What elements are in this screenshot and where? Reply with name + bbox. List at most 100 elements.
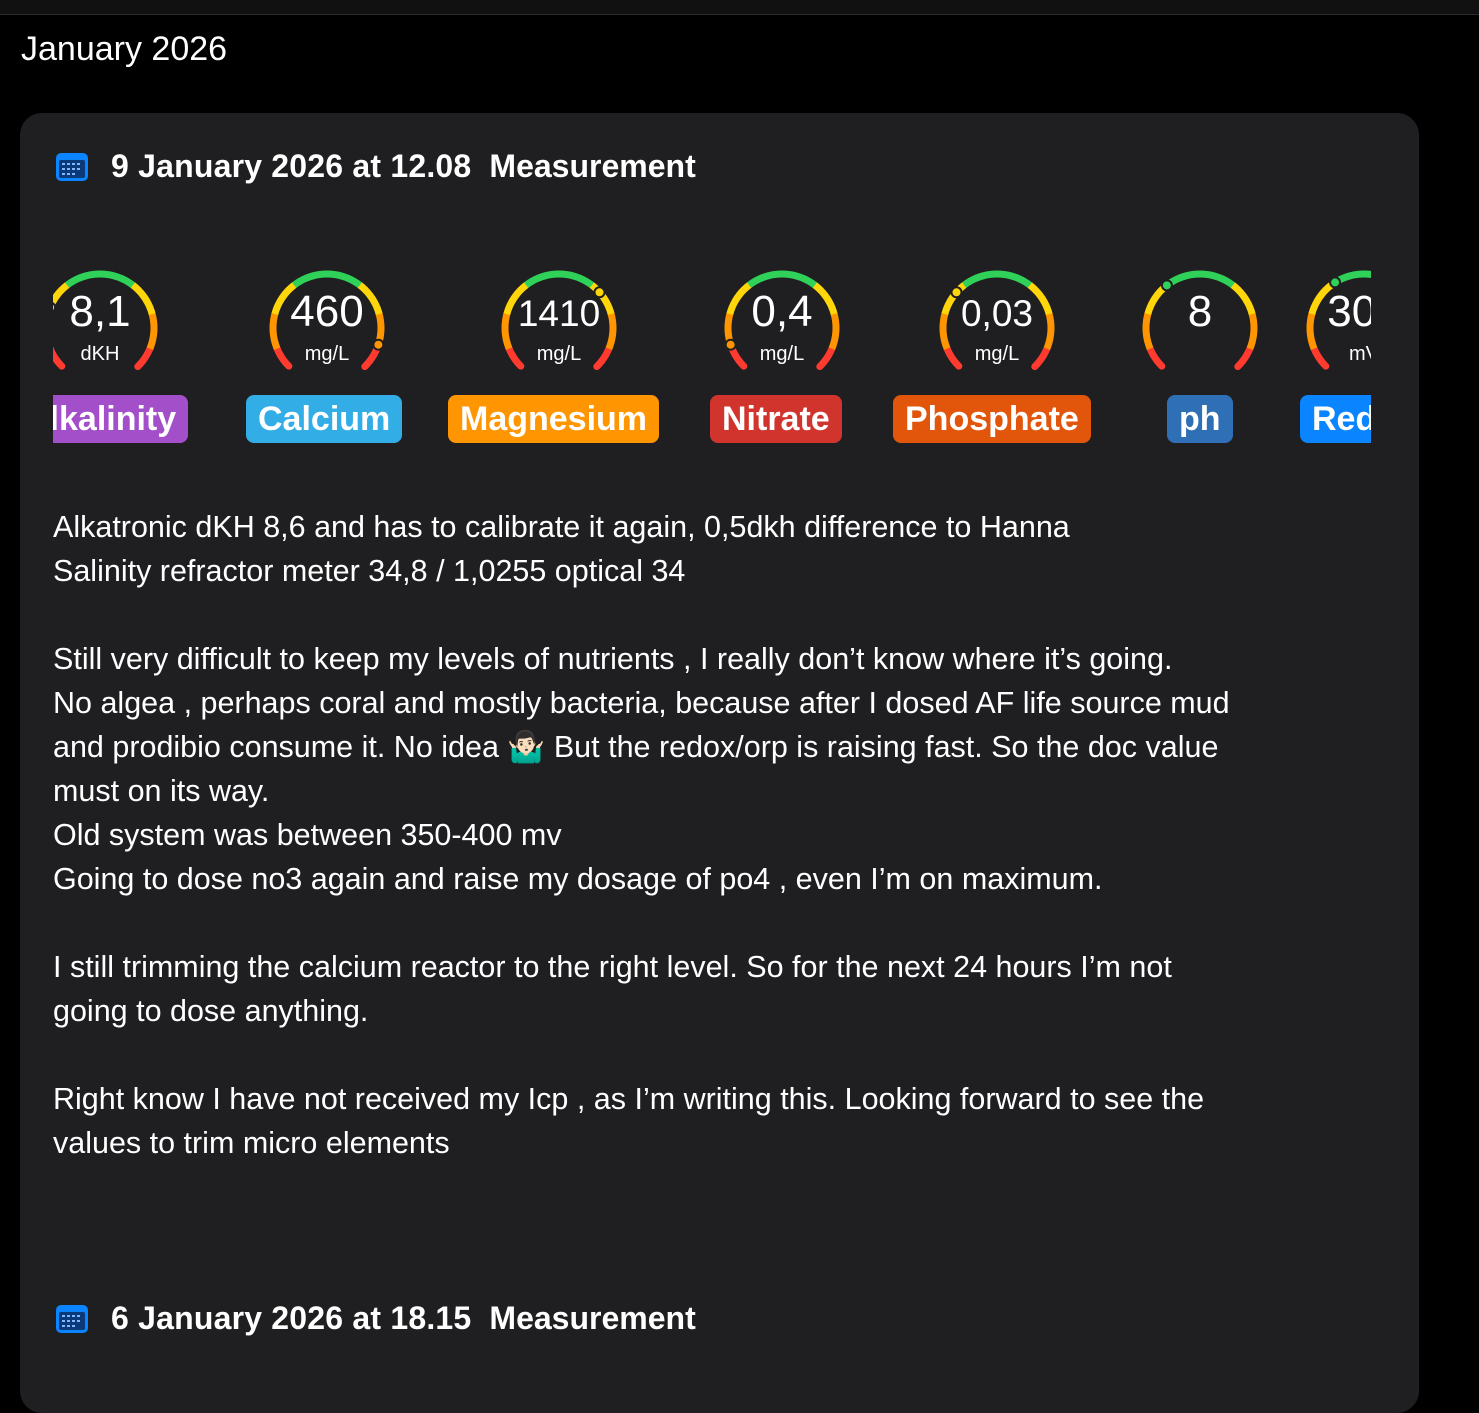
gauge-row[interactable]: 8,1dKH 460mg/L 1410mg/L 0,4mg/L 0,03mg/L… bbox=[53, 253, 1371, 453]
month-header: January 2026 bbox=[21, 30, 227, 69]
gauge-arc-segment bbox=[1049, 335, 1051, 342]
gauge-arc-segment bbox=[545, 274, 552, 275]
note-line: must on its way. bbox=[53, 769, 1393, 813]
gauge-unit: dKH bbox=[53, 343, 170, 366]
gauge-arc-segment bbox=[107, 274, 114, 276]
label-calcium[interactable]: Calcium bbox=[246, 395, 402, 443]
gauge-arc-segment bbox=[127, 281, 133, 285]
note-line bbox=[53, 593, 1393, 637]
measurement-card[interactable]: 9 January 2026 at 12.08 Measurement 8,1 d… bbox=[20, 113, 1419, 1413]
gauge-unit: mg/L bbox=[489, 343, 629, 366]
entry-type: Measurement bbox=[489, 1300, 695, 1337]
note-line: Right know I have not received my Icp , … bbox=[53, 1077, 1393, 1121]
label-ph-text: ph bbox=[1179, 400, 1221, 438]
gauge-arc-segment bbox=[970, 278, 977, 281]
gauge-arc-segment bbox=[73, 278, 80, 281]
note-line bbox=[53, 901, 1393, 945]
gauge-arc-segment bbox=[976, 276, 983, 278]
gauge-arc-segment bbox=[1157, 360, 1162, 366]
label-alkalinity[interactable]: Alkalinity bbox=[53, 395, 188, 443]
gauge-arc-segment bbox=[1227, 281, 1233, 285]
gauge-arc-segment bbox=[1011, 276, 1018, 278]
label-phosphate-text: Phosphate bbox=[905, 400, 1079, 438]
gauge-arc-segment bbox=[100, 274, 108, 275]
label-magnesium-text: Magnesium bbox=[460, 400, 647, 438]
gauge-arc-segment bbox=[1246, 349, 1249, 356]
gauge-arc-segment bbox=[79, 276, 86, 278]
note-line: Salinity refractor meter 34,8 / 1,0255 o… bbox=[53, 549, 1393, 593]
gauge-value: 0,4 bbox=[712, 287, 852, 337]
gauge-arc-segment bbox=[611, 335, 613, 342]
note-line: Going to dose no3 again and raise my dos… bbox=[53, 857, 1393, 901]
entry-type: Measurement bbox=[489, 148, 695, 185]
gauge-arc-segment bbox=[354, 281, 360, 285]
gauge-arc-segment bbox=[348, 278, 355, 281]
entry-header[interactable]: 6 January 2026 at 18.15 Measurement bbox=[55, 1300, 696, 1337]
gauge-value: 460 bbox=[257, 287, 397, 337]
gauge-arc-segment bbox=[1350, 274, 1357, 275]
gauge-arc-segment bbox=[559, 274, 567, 275]
gauge-arc-segment bbox=[943, 334, 944, 341]
gauge-arc-segment bbox=[566, 274, 573, 276]
gauge-arc-segment bbox=[327, 274, 335, 275]
label-nitrate-text: Nitrate bbox=[722, 400, 830, 438]
gauge-arc-segment bbox=[803, 278, 810, 281]
entry-header[interactable]: 9 January 2026 at 12.08 Measurement bbox=[55, 148, 696, 185]
gauge-arc-segment bbox=[1153, 355, 1157, 361]
calendar-icon bbox=[55, 152, 89, 182]
label-ph[interactable]: ph bbox=[1167, 395, 1233, 443]
note-line: and prodibio consume it. No idea 🤷🏻‍♂️ B… bbox=[53, 725, 1393, 769]
note-line: No algea , perhaps coral and mostly bact… bbox=[53, 681, 1393, 725]
note-line: Still very difficult to keep my levels o… bbox=[53, 637, 1393, 681]
note-line: Alkatronic dKH 8,6 and has to calibrate … bbox=[53, 505, 1393, 549]
gauge-arc-segment bbox=[1024, 281, 1030, 285]
gauge-arc-segment bbox=[580, 278, 587, 281]
gauge-arc-segment bbox=[749, 281, 755, 285]
gauge-arc-segment bbox=[964, 281, 970, 285]
gauge-arc-segment bbox=[526, 281, 532, 285]
label-redox-text: Redox bbox=[1312, 400, 1371, 438]
gauge-arc-segment bbox=[755, 278, 762, 281]
gauge-value: 304 bbox=[1294, 287, 1371, 337]
gauge-arc-segment bbox=[997, 274, 1005, 275]
entry-date: 9 January 2026 at 12.08 bbox=[111, 148, 471, 185]
gauge-arc-segment bbox=[294, 281, 300, 285]
gauge-arc-segment bbox=[761, 276, 768, 278]
label-magnesium[interactable]: Magnesium bbox=[448, 395, 659, 443]
note-line bbox=[53, 1033, 1393, 1077]
gauge-arc-segment bbox=[1200, 274, 1208, 275]
gauge-unit: mg/L bbox=[257, 343, 397, 366]
gauge-arc-segment bbox=[809, 281, 815, 285]
note-line: values to trim micro elements bbox=[53, 1121, 1393, 1165]
note-line: Old system was between 350-400 mv bbox=[53, 813, 1393, 857]
gauge-arc-segment bbox=[1250, 342, 1252, 349]
gauge-arc-segment bbox=[1238, 361, 1243, 367]
label-redox[interactable]: Redox bbox=[1300, 395, 1371, 443]
gauge-indicator bbox=[1330, 277, 1340, 287]
top-bar bbox=[0, 0, 1479, 15]
gauge-arc-segment bbox=[782, 274, 790, 275]
gauge-arc-segment bbox=[121, 278, 128, 281]
label-nitrate[interactable]: Nitrate bbox=[710, 395, 842, 443]
gauge-arc-segment bbox=[306, 276, 313, 278]
label-calcium-text: Calcium bbox=[258, 400, 390, 438]
label-alkalinity-text: Alkalinity bbox=[53, 400, 176, 438]
label-phosphate[interactable]: Phosphate bbox=[893, 395, 1091, 443]
gauge-arc-segment bbox=[586, 281, 592, 285]
gauge-arc-segment bbox=[521, 285, 527, 290]
gauge-arc-segment bbox=[86, 274, 93, 275]
gauge-arc-segment bbox=[1214, 276, 1221, 278]
entry-date: 6 January 2026 at 18.15 bbox=[111, 1300, 471, 1337]
gauge-arc-segment bbox=[334, 274, 341, 276]
gauge-arc-segment bbox=[1186, 274, 1193, 275]
gauge-unit: mV bbox=[1294, 343, 1371, 366]
gauge-arc-segment bbox=[1179, 276, 1186, 278]
gauge-value: 0,03 bbox=[927, 293, 1067, 335]
gauge-arc-segment bbox=[114, 276, 121, 278]
gauge-arc-segment bbox=[538, 276, 545, 278]
gauge-arc-segment bbox=[1018, 278, 1025, 281]
gauge-arc-segment bbox=[1173, 278, 1180, 281]
gauge-arc-segment bbox=[67, 281, 73, 285]
note-line: I still trimming the calcium reactor to … bbox=[53, 945, 1393, 989]
gauge-value: 8,1 bbox=[53, 287, 170, 337]
